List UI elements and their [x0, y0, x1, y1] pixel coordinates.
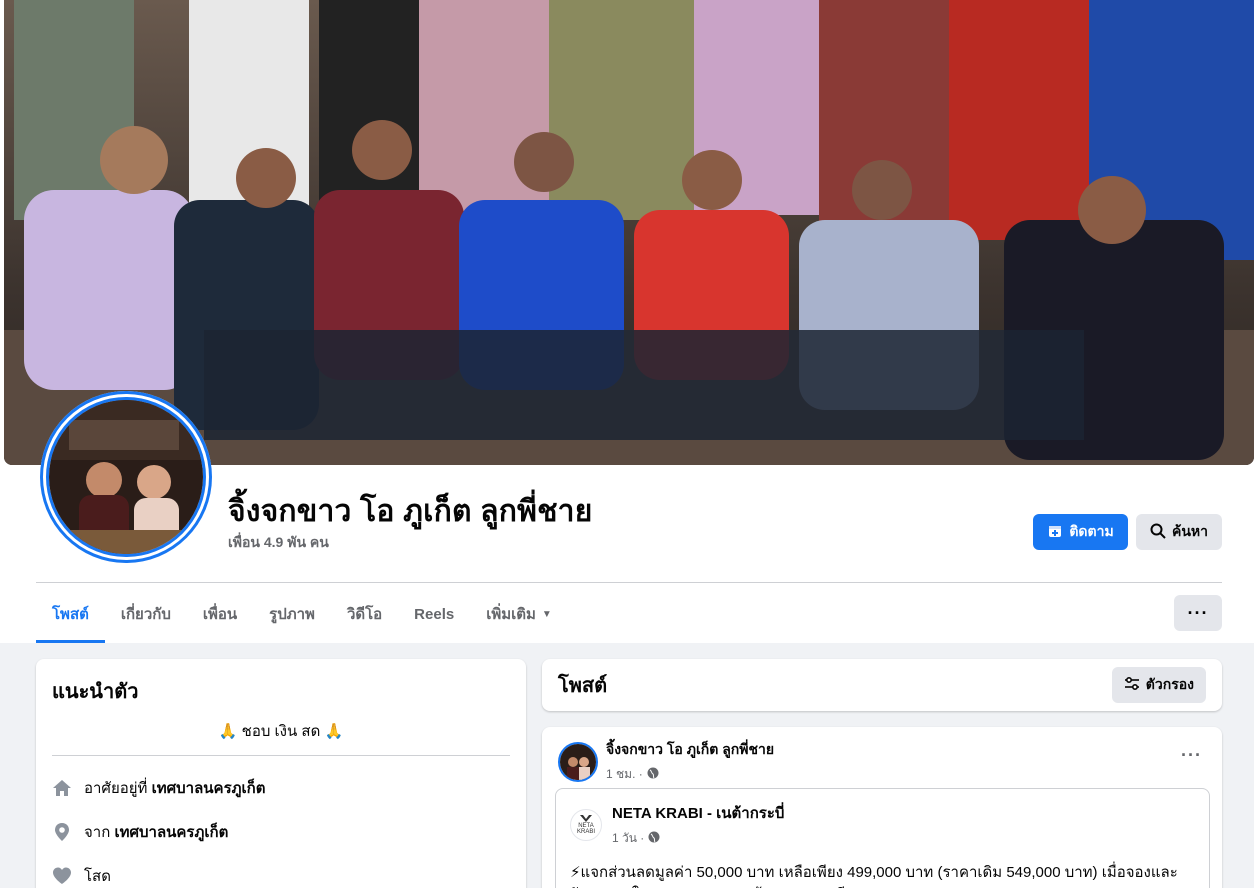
intro-bio: 🙏 ชอบ เงิน สด 🙏 [52, 719, 510, 756]
posts-title: โพสต์ [558, 675, 608, 697]
ellipsis-icon: ··· [1187, 602, 1209, 623]
ellipsis-icon: ··· [1181, 745, 1202, 765]
home-icon [52, 778, 72, 798]
profile-header: จิ้งจกขาว โอ ภูเก็ต ลูกพี่ชาย เพื่อน 4.9… [0, 0, 1254, 643]
follow-label: ติดตาม [1069, 523, 1114, 539]
tab-posts-label: โพสต์ [52, 606, 89, 623]
neta-logo-subtext: KRABI [576, 828, 595, 835]
from-link[interactable]: เทศบาลนครภูเก็ต [114, 824, 228, 841]
from-text: จาก เทศบาลนครภูเก็ต [84, 820, 228, 844]
tab-reels-label: Reels [414, 605, 455, 623]
shared-post-time[interactable]: 1 วัน · [612, 829, 644, 848]
lives-in-text: อาศัยอยู่ที่ เทศบาลนครภูเก็ต [84, 776, 265, 800]
lives-in-link[interactable]: เทศบาลนครภูเก็ต [152, 780, 266, 797]
search-button[interactable]: ค้นหา [1136, 514, 1222, 550]
shared-post[interactable]: NETA KRABI NETA KRABI - เนต้ากระบี่ 1 วั… [555, 788, 1210, 888]
tab-photos-label: รูปภาพ [269, 606, 315, 623]
profile-name: จิ้งจกขาว โอ ภูเก็ต ลูกพี่ชาย [228, 495, 593, 528]
profile-avatar[interactable] [40, 391, 212, 563]
lives-in-prefix: อาศัยอยู่ที่ [84, 780, 148, 797]
globe-icon [647, 767, 659, 782]
intro-card: แนะนำตัว 🙏 ชอบ เงิน สด 🙏 อาศัยอยู่ที่ เท… [36, 659, 526, 888]
post-author-avatar[interactable] [558, 741, 598, 782]
neta-krabi-logo[interactable]: NETA KRABI [570, 808, 602, 841]
heart-icon [52, 866, 72, 886]
tab-videos[interactable]: วิดีโอ [331, 588, 398, 640]
intro-title: แนะนำตัว [52, 681, 139, 703]
post-meta: 1 ชม. · [606, 765, 774, 784]
tab-friends[interactable]: เพื่อน [187, 588, 253, 640]
post-header: จิ้งจกขาว โอ ภูเก็ต ลูกพี่ชาย 1 ชม. · [558, 739, 1206, 784]
shared-post-header: NETA KRABI NETA KRABI - เนต้ากระบี่ 1 วั… [570, 801, 1195, 848]
follow-icon [1047, 523, 1063, 542]
posts-header-card: โพสต์ ตัวกรอง [542, 659, 1222, 711]
search-label: ค้นหา [1171, 523, 1209, 539]
shared-post-author-block: NETA KRABI - เนต้ากระบี่ 1 วัน · [612, 801, 784, 848]
post-card: จิ้งจกขาว โอ ภูเก็ต ลูกพี่ชาย 1 ชม. · ··… [542, 727, 1222, 888]
profile-tabs: โพสต์ เกี่ยวกับ เพื่อน รูปภาพ วิดีโอ Ree… [36, 588, 568, 643]
filter-label: ตัวกรอง [1145, 676, 1194, 692]
relationship-row: โสด [52, 864, 510, 888]
filter-button[interactable]: ตัวกรอง [1111, 667, 1206, 703]
tab-photos[interactable]: รูปภาพ [253, 588, 331, 640]
tab-videos-label: วิดีโอ [346, 606, 383, 623]
more-options-button[interactable]: ··· [1174, 595, 1222, 631]
friend-count[interactable]: เพื่อน 4.9 พัน คน [228, 532, 329, 554]
post-time[interactable]: 1 ชม. · [606, 765, 643, 784]
tab-friends-label: เพื่อน [202, 606, 238, 623]
from-prefix: จาก [84, 824, 111, 841]
lives-in-row: อาศัยอยู่ที่ เทศบาลนครภูเก็ต [52, 776, 510, 800]
chevron-down-icon: ▼ [541, 608, 552, 620]
neta-logo-mark [580, 814, 592, 822]
tab-posts[interactable]: โพสต์ [36, 588, 105, 643]
shared-page-name[interactable]: NETA KRABI - เนต้ากระบี่ [612, 801, 784, 825]
shared-post-text: ⚡แจกส่วนลดมูลค่า 50,000 บาท เหลือเพียง 4… [570, 864, 1178, 888]
cover-photo[interactable] [4, 0, 1254, 465]
shared-post-meta: 1 วัน · [612, 829, 784, 848]
tab-more-label: เพิ่มเติม [486, 606, 536, 623]
follow-button[interactable]: ติดตาม [1033, 514, 1128, 550]
relationship-status: โสด [84, 868, 111, 885]
tab-more[interactable]: เพิ่มเติม ▼ [470, 588, 568, 640]
tab-about-label: เกี่ยวกับ [120, 606, 171, 623]
header-divider [36, 582, 1222, 583]
search-icon [1150, 523, 1166, 542]
tab-reels[interactable]: Reels [398, 588, 470, 640]
from-row: จาก เทศบาลนครภูเก็ต [52, 820, 510, 844]
location-pin-icon [52, 822, 72, 842]
filter-icon [1124, 676, 1140, 695]
post-author-name[interactable]: จิ้งจกขาว โอ ภูเก็ต ลูกพี่ชาย [606, 739, 774, 761]
globe-icon [648, 831, 660, 846]
post-author-block: จิ้งจกขาว โอ ภูเก็ต ลูกพี่ชาย 1 ชม. · [606, 739, 774, 784]
tab-about[interactable]: เกี่ยวกับ [105, 588, 187, 640]
post-options-button[interactable]: ··· [1181, 745, 1202, 766]
